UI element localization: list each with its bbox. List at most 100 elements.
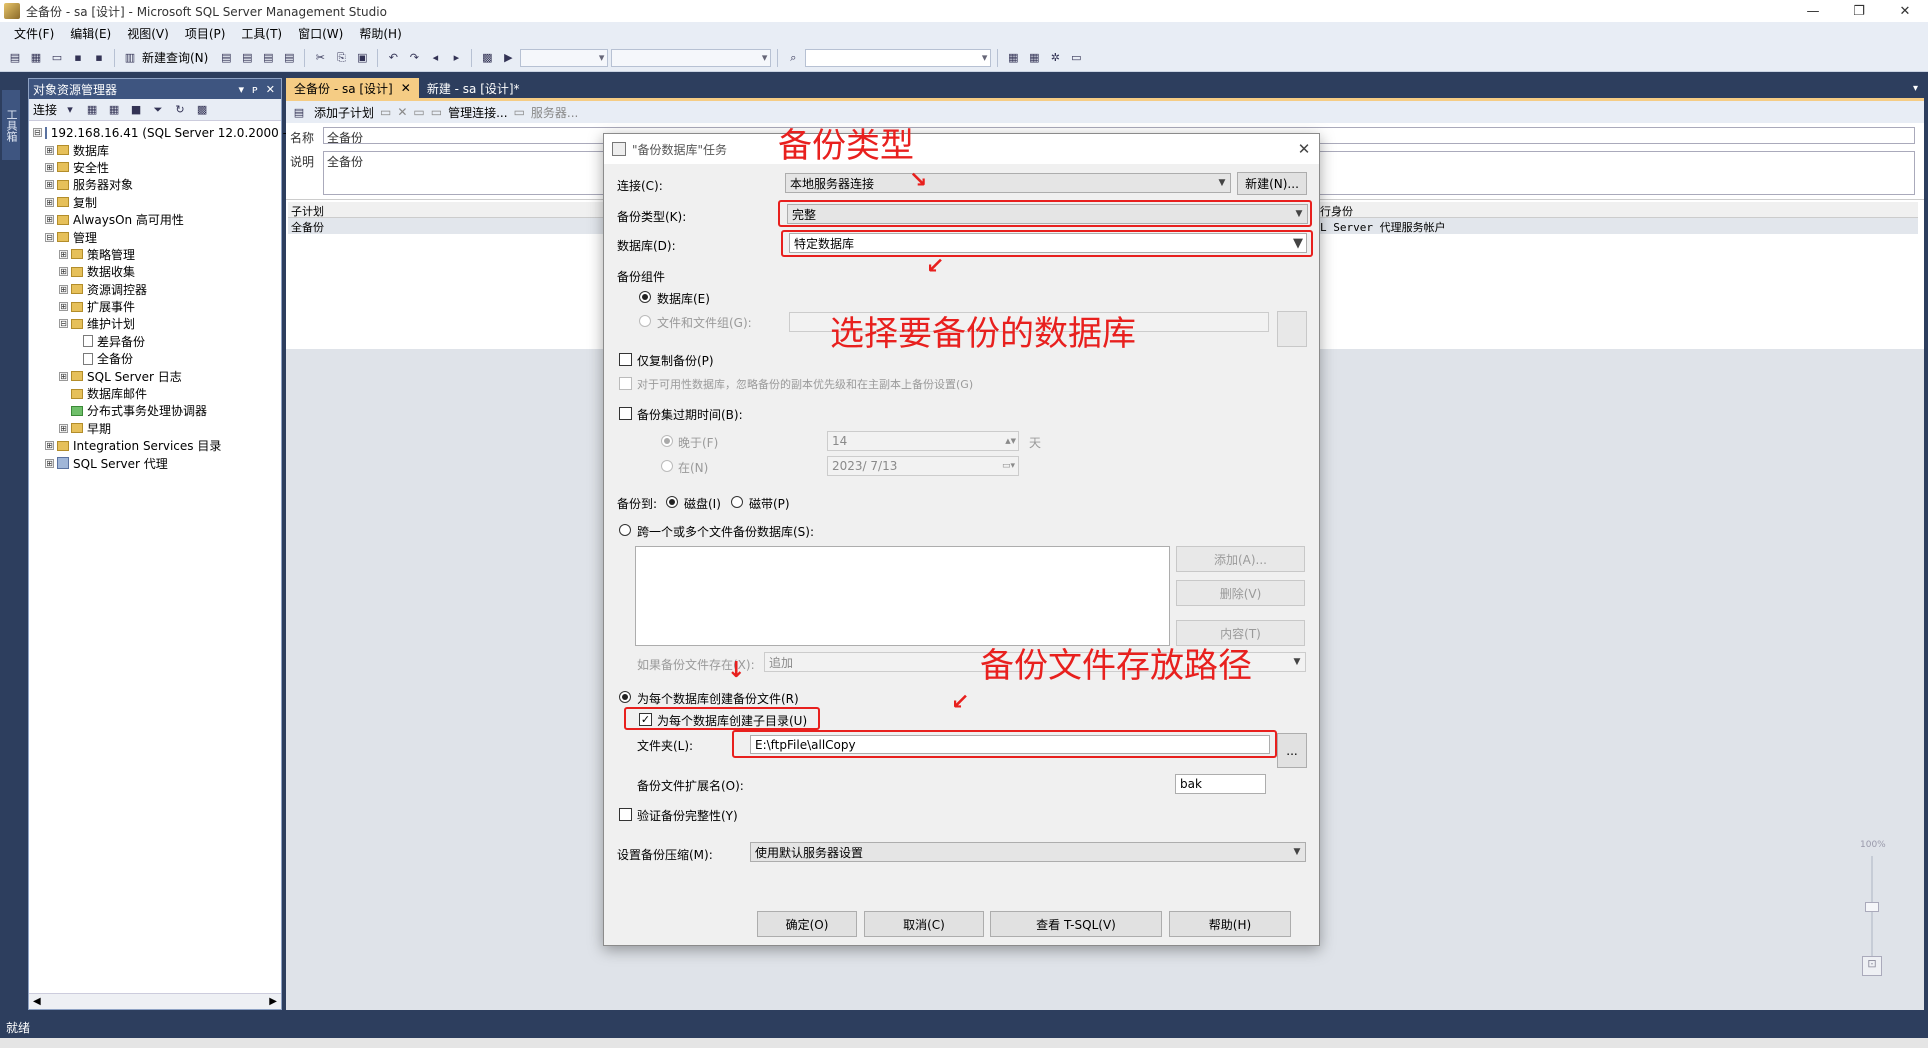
expire-on-radio[interactable] [661, 460, 673, 472]
db-engine-query-icon[interactable]: ▤ [217, 49, 235, 67]
find-combo[interactable]: ▾ [805, 48, 992, 67]
menu-view[interactable]: 视图(V) [119, 23, 177, 44]
expand-icon[interactable]: ⊞ [59, 267, 68, 277]
navigate-back-icon[interactable]: ◂ [426, 49, 444, 67]
platform-combo[interactable]: ▾ [611, 48, 772, 67]
new-item-icon[interactable]: ▦ [27, 49, 45, 67]
servers-button[interactable]: 服务器... [531, 104, 578, 121]
disconnect-icon[interactable]: ▦ [105, 101, 123, 119]
tree-node-sql-agent[interactable]: ⊞ SQL Server 代理 [29, 454, 281, 471]
view-tsql-button[interactable]: 查看 T-SQL(V) [990, 911, 1162, 937]
filegroup-browse-button[interactable] [1277, 311, 1307, 347]
schedule-icon[interactable]: ▭ [413, 105, 424, 119]
expand-icon[interactable]: ⊞ [59, 302, 68, 312]
dmx-query-icon[interactable]: ▤ [259, 49, 277, 67]
activity-monitor-icon[interactable]: ▩ [478, 49, 496, 67]
execute-icon[interactable]: ▶ [499, 49, 517, 67]
tree-node-security[interactable]: ⊞ 安全性 [29, 159, 281, 176]
zoom-slider-thumb[interactable] [1865, 902, 1879, 912]
minimize-button[interactable]: — [1790, 0, 1836, 22]
backup-to-tape-radio[interactable] [731, 496, 743, 508]
manage-connections-button[interactable]: 管理连接... [448, 104, 507, 121]
expand-icon[interactable]: ⊞ [59, 284, 68, 294]
menu-tools[interactable]: 工具(T) [233, 23, 290, 44]
filter-icon[interactable]: ⏷ [149, 101, 167, 119]
tree-node-server[interactable]: ⊟ 192.168.16.41 (SQL Server 12.0.2000 - [29, 124, 287, 141]
tree-node-server-objects[interactable]: ⊞ 服务器对象 [29, 176, 281, 193]
tree-node-replication[interactable]: ⊞ 复制 [29, 194, 281, 211]
tab-full-backup-design[interactable]: 全备份 - sa [设计] ✕ [286, 78, 419, 98]
close-tab-icon[interactable]: ✕ [401, 81, 411, 95]
remove-file-button[interactable]: 删除(V) [1176, 580, 1305, 606]
paste-icon[interactable]: ▣ [353, 49, 371, 67]
expand-icon[interactable]: ⊞ [45, 162, 54, 172]
expand-icon[interactable]: ⊞ [45, 215, 54, 225]
tree-node-sql-logs[interactable]: ⊞ SQL Server 日志 [29, 367, 281, 384]
properties-icon[interactable]: ✲ [1046, 49, 1064, 67]
object-explorer-icon[interactable]: ▦ [1025, 49, 1043, 67]
expand-icon[interactable]: ⊞ [59, 249, 68, 259]
extension-field[interactable]: bak [1175, 774, 1266, 794]
zoom-fit-icon[interactable]: ⊡ [1862, 956, 1882, 976]
component-database-radio[interactable] [639, 291, 651, 303]
mdx-query-icon[interactable]: ▤ [238, 49, 256, 67]
subplan-props-icon[interactable]: ▭ [380, 105, 391, 119]
ag-preference-checkbox[interactable] [619, 377, 632, 390]
tree-node-management[interactable]: ⊟ 管理 [29, 228, 281, 245]
registered-servers-icon[interactable]: ▦ [1004, 49, 1022, 67]
menu-window[interactable]: 窗口(W) [290, 23, 351, 44]
copy-icon[interactable]: ⎘ [332, 49, 350, 67]
tree-node-resource-governor[interactable]: ⊞ 资源调控器 [29, 281, 281, 298]
save-icon[interactable]: ▪ [69, 49, 87, 67]
copy-only-checkbox[interactable] [619, 353, 632, 366]
spin-icon[interactable]: ▲▼ [1005, 437, 1018, 445]
expand-icon[interactable]: ⊞ [59, 423, 68, 433]
close-window-button[interactable]: ✕ [1882, 0, 1928, 22]
expire-date-field[interactable]: 2023/ 7/13 ▭▾ [827, 456, 1019, 476]
collapse-icon[interactable]: ⊟ [33, 128, 42, 138]
toolbox-icon[interactable]: ▭ [1067, 49, 1085, 67]
tab-new-design[interactable]: 新建 - sa [设计]* [419, 78, 528, 98]
per-db-file-radio[interactable] [619, 691, 631, 703]
connect-button[interactable]: 连接 [33, 101, 57, 118]
reporting-icon[interactable]: ▭ [514, 105, 525, 119]
open-file-icon[interactable]: ▭ [48, 49, 66, 67]
backup-files-list[interactable] [635, 546, 1170, 646]
save-all-icon[interactable]: ▪ [90, 49, 108, 67]
tree-node-full-backup[interactable]: 全备份 [29, 350, 281, 367]
delete-schedule-icon[interactable]: ▭ [431, 105, 442, 119]
scroll-right-icon[interactable]: ▶ [269, 996, 277, 1007]
collapse-icon[interactable]: ⊟ [59, 319, 68, 329]
collapse-icon[interactable]: ⊟ [45, 232, 54, 242]
new-connection-button[interactable]: 新建(N)... [1237, 172, 1307, 195]
expand-icon[interactable]: ⊞ [45, 145, 54, 155]
compression-select[interactable]: 使用默认服务器设置 ▼ [750, 842, 1306, 862]
refresh-icon[interactable]: ↻ [171, 101, 189, 119]
connection-select[interactable]: 本地服务器连接 ▼ [785, 173, 1231, 193]
redo-icon[interactable]: ↷ [405, 49, 423, 67]
xmla-query-icon[interactable]: ▤ [280, 49, 298, 67]
span-files-radio[interactable] [619, 524, 631, 536]
new-project-icon[interactable]: ▤ [6, 49, 24, 67]
connect-dropdown-icon[interactable]: ▾ [61, 101, 79, 119]
ok-button[interactable]: 确定(O) [757, 911, 857, 937]
folder-field[interactable]: E:\ftpFile\allCopy [750, 735, 1270, 754]
restore-button[interactable]: ❐ [1836, 0, 1882, 22]
expire-checkbox[interactable] [619, 407, 632, 420]
folder-browse-button[interactable]: ... [1277, 733, 1307, 768]
backup-type-select[interactable]: 完整 ▼ [787, 204, 1308, 224]
tree-node-legacy[interactable]: ⊞ 早期 [29, 420, 281, 437]
object-explorer-hscrollbar[interactable]: ◀ ▶ [29, 993, 281, 1009]
tree-node-policy[interactable]: ⊞ 策略管理 [29, 246, 281, 263]
undo-icon[interactable]: ↶ [384, 49, 402, 67]
navigate-forward-icon[interactable]: ▸ [447, 49, 465, 67]
new-query-icon[interactable]: ▥ [121, 49, 139, 67]
connect-server-icon[interactable]: ▦ [83, 101, 101, 119]
expire-days-field[interactable]: 14 ▲▼ [827, 431, 1019, 451]
activity-icon[interactable]: ▩ [193, 101, 211, 119]
help-button[interactable]: 帮助(H) [1169, 911, 1291, 937]
component-files-radio[interactable] [639, 315, 651, 327]
database-select[interactable]: 特定数据库 ▼ [789, 233, 1307, 253]
tree-node-maintenance-plans[interactable]: ⊟ 维护计划 [29, 315, 281, 332]
find-in-files-icon[interactable]: ⌕ [784, 49, 802, 67]
